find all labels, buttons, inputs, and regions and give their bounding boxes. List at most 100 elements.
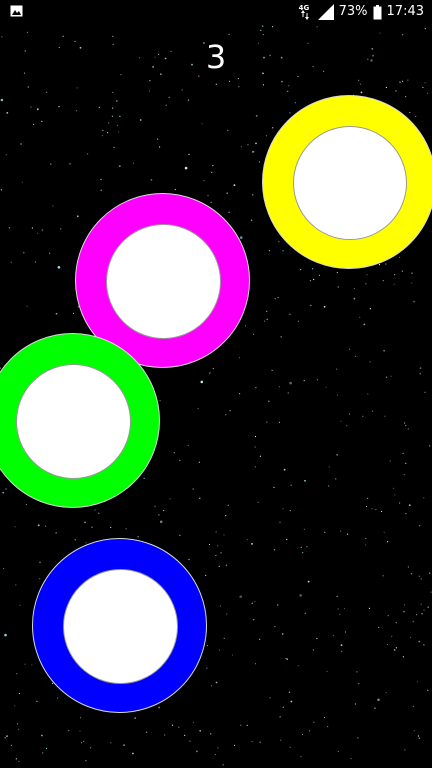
star	[31, 664, 33, 666]
star	[313, 278, 315, 281]
star	[336, 394, 338, 396]
star	[212, 165, 214, 167]
star	[389, 460, 391, 462]
star	[98, 106, 100, 108]
star	[219, 605, 221, 607]
star	[395, 647, 397, 649]
star	[358, 79, 360, 81]
star	[424, 391, 426, 393]
star	[14, 705, 16, 707]
star	[254, 663, 257, 665]
star	[39, 578, 41, 580]
star	[403, 604, 406, 606]
star	[238, 86, 240, 88]
star	[393, 649, 396, 651]
star	[367, 393, 369, 395]
star	[158, 514, 160, 516]
star	[55, 532, 57, 534]
star	[83, 740, 85, 743]
star	[179, 534, 181, 537]
star	[25, 503, 27, 506]
star	[110, 742, 112, 744]
star	[18, 728, 20, 731]
star	[5, 154, 7, 156]
star	[304, 479, 306, 482]
star	[215, 83, 217, 85]
star	[76, 87, 78, 89]
blue-ring[interactable]	[32, 538, 207, 713]
star	[371, 508, 373, 510]
star	[225, 515, 227, 517]
star	[346, 425, 348, 427]
star	[26, 31, 29, 33]
star	[407, 566, 409, 568]
star	[207, 195, 209, 197]
star	[188, 153, 190, 155]
star	[254, 446, 256, 448]
star	[111, 115, 113, 117]
star	[178, 726, 180, 729]
star	[199, 729, 202, 732]
star	[31, 227, 33, 229]
star	[407, 428, 409, 430]
star	[253, 151, 255, 153]
star	[408, 504, 411, 507]
star	[74, 539, 76, 541]
star	[402, 656, 404, 658]
star	[205, 574, 207, 577]
star	[252, 151, 254, 153]
star	[365, 505, 368, 508]
star	[405, 513, 407, 515]
star	[324, 531, 326, 533]
star	[223, 637, 225, 639]
star	[300, 546, 302, 548]
star	[21, 181, 23, 183]
star	[395, 90, 397, 92]
star	[278, 421, 281, 423]
star	[354, 355, 357, 357]
star	[69, 163, 71, 165]
star	[306, 546, 308, 548]
star	[411, 282, 413, 284]
star	[55, 312, 58, 315]
star	[423, 609, 425, 611]
star	[192, 488, 194, 490]
star	[318, 274, 320, 276]
star	[280, 739, 282, 741]
star	[427, 689, 429, 691]
star	[259, 455, 261, 457]
star	[332, 634, 334, 637]
star	[399, 502, 401, 504]
star	[252, 194, 254, 196]
yellow-ring[interactable]	[262, 95, 432, 269]
star	[259, 638, 261, 641]
star	[404, 749, 406, 751]
battery-percent: 73%	[338, 4, 368, 19]
star	[420, 603, 422, 605]
star	[382, 575, 384, 577]
star	[369, 308, 371, 310]
star	[313, 721, 315, 723]
star	[254, 600, 256, 603]
star	[316, 379, 318, 381]
star	[278, 241, 280, 243]
star	[52, 205, 54, 207]
star	[311, 268, 314, 270]
star	[307, 580, 310, 583]
status-bar: 4G 73% 17:43	[0, 0, 432, 24]
star	[350, 758, 352, 760]
star	[116, 124, 118, 126]
star	[100, 178, 102, 181]
game-screen[interactable]: 4G 73% 17:43 3	[0, 0, 432, 768]
star	[5, 488, 7, 490]
star	[143, 477, 145, 479]
star	[215, 681, 218, 684]
star	[286, 658, 288, 660]
star	[362, 415, 364, 417]
star	[422, 86, 424, 89]
star	[340, 644, 343, 647]
star	[228, 211, 230, 213]
star	[356, 671, 358, 673]
star	[384, 415, 386, 417]
star	[228, 33, 230, 36]
